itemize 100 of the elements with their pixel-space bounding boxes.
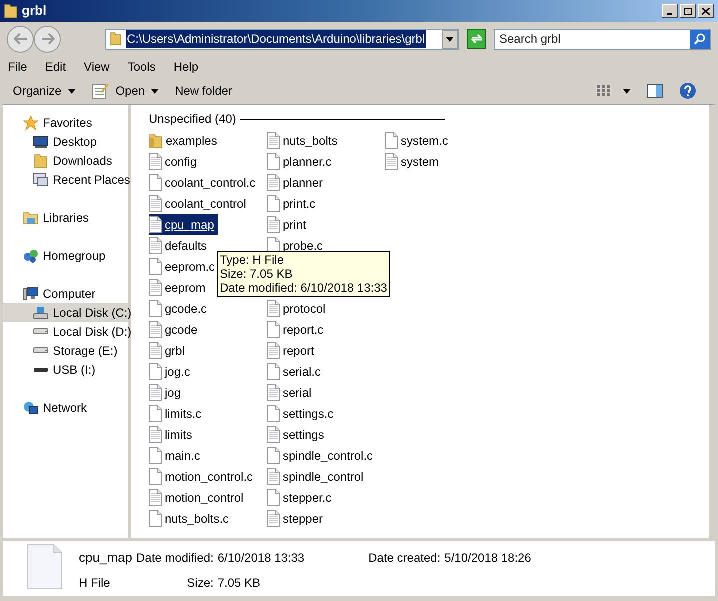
refresh-button[interactable] (466, 29, 486, 49)
listing-entry[interactable]: eeprom (149, 277, 210, 298)
search-button[interactable] (690, 30, 710, 48)
nav-group[interactable]: Favorites (3, 113, 128, 132)
blank-file-icon (267, 489, 280, 506)
blank-file-icon (149, 447, 162, 464)
text-file-icon (149, 279, 162, 296)
tooltip-line: Date modified: 6/10/2018 13:33 (220, 281, 388, 295)
folder-icon (4, 3, 18, 19)
nav-group[interactable]: Homegroup (3, 246, 128, 265)
listing-entry[interactable]: motion_control (149, 487, 248, 508)
blank-file-icon (267, 153, 280, 170)
listing-entry[interactable]: system.c (385, 130, 452, 151)
listing-entry[interactable]: coolant_control.c (149, 172, 260, 193)
text-file-icon (149, 489, 162, 506)
listing-entry[interactable]: motion_control.c (149, 466, 258, 487)
folder-icon (110, 32, 122, 46)
listing-entry[interactable]: nuts_bolts.c (149, 508, 234, 529)
nav-group[interactable]: Computer (3, 284, 128, 303)
nav-group[interactable]: Libraries (3, 208, 128, 227)
menu-item[interactable]: Help (174, 58, 199, 76)
listing-entry[interactable]: planner (267, 172, 328, 193)
listing-entry[interactable]: stepper (267, 508, 328, 529)
listing-entry[interactable]: spindle_control.c (267, 445, 378, 466)
listing-entry[interactable]: settings (267, 424, 328, 445)
listing-entry[interactable]: nuts_bolts (267, 130, 342, 151)
nav-group[interactable]: Network (3, 398, 128, 417)
listing-entry[interactable]: serial.c (267, 361, 326, 382)
listing-entry[interactable]: limits.c (149, 403, 206, 424)
computer-icon (23, 286, 39, 302)
menu-item[interactable]: File (8, 58, 28, 76)
listing-entry[interactable]: main.c (149, 445, 204, 466)
listing-entry[interactable]: config (149, 151, 202, 172)
nav-item[interactable]: Recent Places (3, 170, 128, 189)
listing-entry[interactable]: eeprom.c (149, 256, 220, 277)
text-file-icon (267, 174, 280, 191)
address-field[interactable]: C:\Users\Administrator\Documents\Arduino\libraries\grbl (105, 28, 459, 50)
listing-entry[interactable]: serial (267, 382, 316, 403)
blank-file-icon (149, 405, 162, 422)
maximize-icon (684, 8, 692, 14)
listing-entry[interactable]: report.c (267, 319, 328, 340)
listing-entry[interactable]: gcode.c (149, 298, 212, 319)
help-icon[interactable] (679, 82, 697, 100)
listing-entry[interactable]: spindle_control (267, 466, 368, 487)
listing-entry[interactable]: cpu_map (149, 214, 218, 235)
text-file-icon (149, 216, 162, 233)
detail-label: Size: (186, 574, 214, 592)
folder-icon (33, 152, 49, 168)
view-button[interactable] (597, 85, 631, 97)
blank-file-icon (149, 174, 162, 191)
listing-entry[interactable]: limits (149, 424, 196, 445)
listing-entry[interactable]: jog (149, 382, 186, 403)
tooltip-line: Size: 7.05 KB (220, 267, 294, 281)
listing-entry[interactable]: system (385, 151, 444, 172)
listing-entry[interactable]: settings.c (267, 403, 338, 424)
listing-entry[interactable]: defaults (149, 235, 212, 256)
menu-item[interactable]: Edit (45, 58, 66, 76)
file-name: cpu_map (79, 549, 132, 567)
file-icon (27, 544, 63, 590)
blank-file-icon (267, 321, 280, 338)
listing-entry[interactable]: stepper.c (267, 487, 336, 508)
listing-entry[interactable]: grbl (149, 340, 190, 361)
maximize-button[interactable] (680, 4, 696, 18)
nav-item[interactable]: Desktop (3, 132, 128, 151)
text-file-icon (267, 384, 280, 401)
search-field[interactable]: Search grbl (494, 28, 711, 50)
listing-entry[interactable]: print.c (267, 193, 320, 214)
listing-entry[interactable]: gcode (149, 319, 202, 340)
blank-file-icon (149, 258, 162, 275)
listing-entry[interactable]: report (267, 340, 318, 361)
toolbar-button[interactable]: Open (92, 82, 160, 100)
toolbar-button[interactable]: Organize (13, 82, 76, 100)
text-file-icon (385, 153, 398, 170)
folder-icon (149, 132, 163, 148)
listing-entry[interactable]: examples (149, 130, 222, 151)
listing-entry[interactable]: jog.c (149, 361, 194, 382)
caret-icon (151, 88, 160, 94)
preview-pane-icon[interactable] (647, 84, 663, 98)
drive-icon (33, 304, 49, 320)
menu-item[interactable]: View (84, 58, 110, 76)
close-button[interactable] (698, 4, 714, 18)
search-input[interactable]: Search grbl (495, 30, 690, 48)
listing-entry[interactable]: coolant_control (149, 193, 250, 214)
listing-entry[interactable]: planner.c (267, 151, 336, 172)
listing-entry[interactable]: protocol (267, 298, 330, 319)
detail-label: Date created: (368, 550, 441, 567)
blank-file-icon (267, 195, 280, 212)
dropdown-button[interactable] (442, 30, 458, 48)
tooltip-line: Type: H File (220, 253, 286, 267)
caret-icon (446, 36, 454, 42)
nav-item[interactable]: USB (I:) (3, 360, 128, 379)
drive-icon (33, 366, 49, 372)
nav-item[interactable]: Storage (E:) (3, 341, 128, 360)
text-file-icon (149, 342, 162, 359)
detail-value: 6/10/2018 13:33 (218, 550, 305, 567)
listing-entry[interactable]: print (267, 214, 310, 235)
menu-item[interactable]: Tools (128, 58, 156, 76)
toolbar-button[interactable]: New folder (175, 82, 232, 100)
minimize-button[interactable] (662, 4, 678, 18)
nav-item[interactable]: Downloads (3, 151, 128, 170)
